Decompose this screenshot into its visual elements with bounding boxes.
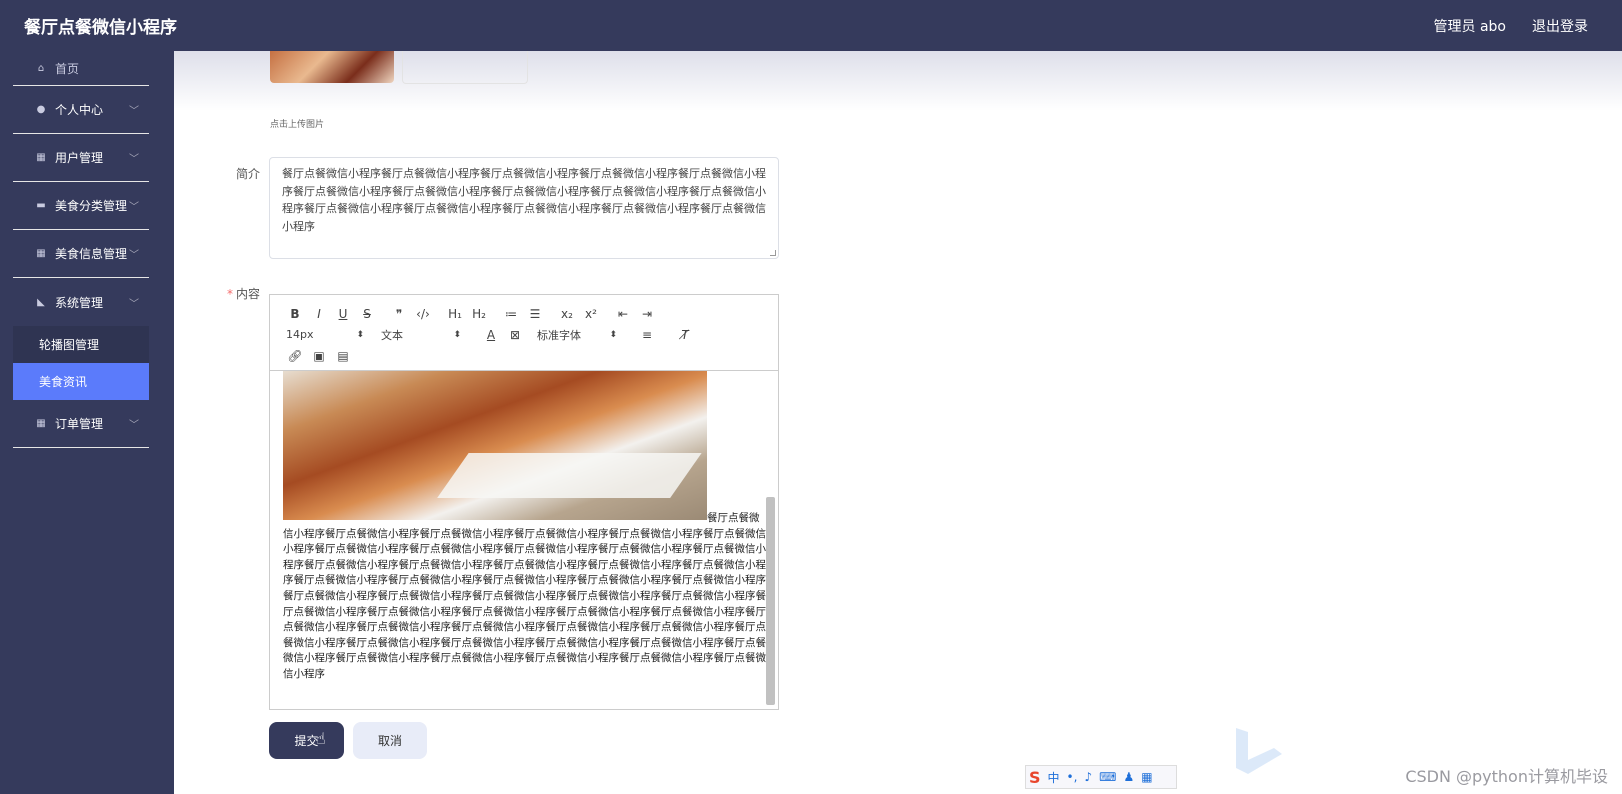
sidebar-item-label: 美食信息管理 [55, 247, 128, 261]
blockquote-icon[interactable]: ❞ [387, 307, 411, 321]
cancel-button[interactable]: 取消 [353, 722, 427, 759]
video-icon[interactable]: ▤ [331, 349, 355, 363]
heading-1-icon[interactable]: H₁ [443, 307, 467, 321]
block-type-select[interactable]: 文本 ⬍ [381, 327, 461, 343]
image-icon[interactable]: ▣ [307, 349, 331, 363]
settings-icon: ◣ [37, 296, 45, 308]
chevron-down-icon: ﹀ [129, 298, 139, 310]
skin-icon[interactable]: ♟ [1123, 770, 1134, 784]
sidebar-item-label: 系统管理 [55, 295, 104, 310]
sidebar-item-home[interactable]: ⌂ 首页 [13, 51, 149, 86]
editor-content[interactable]: 餐厅点餐微 信小程序餐厅点餐微信小程序餐厅点餐微信小程序餐厅点餐微信小程序餐厅点… [270, 371, 778, 709]
content-label: * 内容 [200, 285, 260, 302]
editor-text-body: 信小程序餐厅点餐微信小程序餐厅点餐微信小程序餐厅点餐微信小程序餐厅点餐微信小程序… [283, 527, 766, 680]
editor-toolbar: B I U S ❞ ‹/› H₁ H₂ ≔ ☰ x₂ x² ⇤ ⇥ 14px ⬍ … [270, 295, 778, 371]
underline-icon[interactable]: U [331, 307, 355, 321]
ime-lang[interactable]: 中 [1048, 769, 1060, 786]
content-label-text: 内容 [235, 287, 260, 301]
intro-text: 餐厅点餐微信小程序餐厅点餐微信小程序餐厅点餐微信小程序餐厅点餐微信小程序餐厅点餐… [282, 167, 766, 233]
align-icon[interactable]: ≡ [635, 328, 659, 342]
font-family-value: 标准字体 [537, 328, 581, 342]
bullet-list-icon[interactable]: ☰ [523, 307, 547, 321]
system-submenu: 轮播图管理 美食资讯 [13, 326, 149, 400]
chevron-down-icon: ﹀ [129, 202, 139, 213]
sidebar-item-food-category[interactable]: ▬ 美食分类管理 ﹀ [13, 182, 149, 230]
select-arrows-icon: ⬍ [453, 329, 461, 340]
editor-scrollbar[interactable] [766, 497, 775, 705]
strikethrough-icon[interactable]: S [355, 307, 379, 321]
bold-icon[interactable]: B [283, 307, 307, 321]
superscript-icon[interactable]: x² [579, 307, 603, 321]
hand-cursor-icon: ☝ [316, 729, 326, 748]
required-mark: * [226, 287, 233, 301]
resize-handle-icon[interactable] [770, 250, 776, 256]
chevron-down-icon: ﹀ [129, 420, 139, 431]
home-icon: ⌂ [37, 62, 45, 74]
grid-icon: ▦ [36, 152, 46, 163]
background-color-icon[interactable]: ⊠ [503, 328, 527, 342]
uploaded-image-thumbnail[interactable] [270, 46, 394, 83]
sidebar-item-food-info[interactable]: ▦ 美食信息管理 ﹀ [13, 230, 149, 278]
watermark-logo-icon [1236, 728, 1282, 774]
outdent-icon[interactable]: ⇤ [611, 307, 635, 321]
font-color-icon[interactable]: A [479, 328, 503, 342]
sidebar-item-label: 美食分类管理 [55, 199, 128, 213]
sidebar-item-profile[interactable]: ● 个人中心 ﹀ [13, 86, 149, 134]
sidebar-item-label: 用户管理 [55, 151, 104, 165]
apps-icon[interactable]: ▦ [1141, 770, 1152, 784]
subscript-icon[interactable]: x₂ [555, 307, 579, 321]
select-arrows-icon: ⬍ [609, 329, 617, 340]
ordered-list-icon[interactable]: ≔ [499, 307, 523, 321]
code-block-icon[interactable]: ‹/› [411, 307, 435, 321]
grid-icon: ▦ [36, 418, 46, 429]
sidebar-subitem-carousel[interactable]: 轮播图管理 [13, 326, 149, 363]
submit-button[interactable]: 提交 [269, 722, 344, 759]
upload-hint: 点击上传图片 [270, 120, 325, 130]
logout-link[interactable]: 退出登录 [1532, 16, 1588, 36]
chevron-down-icon: ﹀ [129, 250, 139, 261]
clear-format-icon[interactable]: T̸ [673, 328, 697, 342]
csdn-watermark: CSDN @python计算机毕设 [1405, 767, 1608, 786]
category-icon: ▬ [36, 200, 46, 211]
intro-label: 简介 [235, 167, 260, 181]
app-title: 餐厅点餐微信小程序 [24, 18, 177, 38]
grid-icon: ▦ [36, 248, 46, 259]
block-type-value: 文本 [381, 328, 403, 342]
editor-text-lead: 餐厅点餐微 [707, 512, 760, 524]
sidebar-subitem-food-news[interactable]: 美食资讯 [13, 363, 149, 400]
chevron-down-icon: ﹀ [129, 154, 139, 165]
sidebar-item-users[interactable]: ▦ 用户管理 ﹀ [13, 134, 149, 182]
sidebar-item-orders[interactable]: ▦ 订单管理 ﹀ [13, 400, 149, 448]
top-header: 餐厅点餐微信小程序 管理员 abo 退出登录 [0, 0, 1622, 51]
ime-toolbar[interactable]: S 中 •, ♪ ⌨ ♟ ▦ [1025, 765, 1177, 789]
heading-2-icon[interactable]: H₂ [467, 307, 491, 321]
italic-icon[interactable]: I [307, 307, 331, 321]
font-size-select[interactable]: 14px ⬍ [286, 328, 364, 341]
font-size-value: 14px [286, 328, 314, 341]
sidebar-item-label: 首页 [55, 61, 80, 76]
link-icon[interactable]: 🔗︎ [283, 349, 307, 363]
chevron-down-icon: ﹀ [129, 106, 139, 117]
editor-text: 餐厅点餐微 信小程序餐厅点餐微信小程序餐厅点餐微信小程序餐厅点餐微信小程序餐厅点… [283, 511, 768, 683]
food-image [283, 371, 707, 520]
keyboard-icon[interactable]: ⌨ [1099, 770, 1116, 784]
sogou-icon: S [1029, 767, 1041, 787]
sidebar-item-label: 个人中心 [55, 103, 104, 117]
sidebar-item-system[interactable]: ◣ 系统管理 ﹀ [13, 278, 149, 326]
intro-textarea[interactable]: 餐厅点餐微信小程序餐厅点餐微信小程序餐厅点餐微信小程序餐厅点餐微信小程序餐厅点餐… [269, 157, 779, 259]
rich-text-editor: B I U S ❞ ‹/› H₁ H₂ ≔ ☰ x₂ x² ⇤ ⇥ 14px ⬍ … [269, 294, 779, 710]
punctuation-icon[interactable]: •, [1067, 770, 1078, 784]
sidebar: ⌂ 首页 ● 个人中心 ﹀ ▦ 用户管理 ﹀ ▬ 美食分类管理 ﹀ ▦ 美食信息… [0, 51, 174, 794]
select-arrows-icon: ⬍ [356, 329, 364, 340]
sidebar-item-label: 订单管理 [55, 417, 104, 431]
user-icon: ● [36, 104, 46, 115]
microphone-icon[interactable]: ♪ [1084, 770, 1092, 784]
indent-icon[interactable]: ⇥ [635, 307, 659, 321]
image-upload-box[interactable] [402, 46, 528, 84]
current-user[interactable]: 管理员 abo [1434, 16, 1506, 36]
font-family-select[interactable]: 标准字体 ⬍ [537, 327, 617, 343]
